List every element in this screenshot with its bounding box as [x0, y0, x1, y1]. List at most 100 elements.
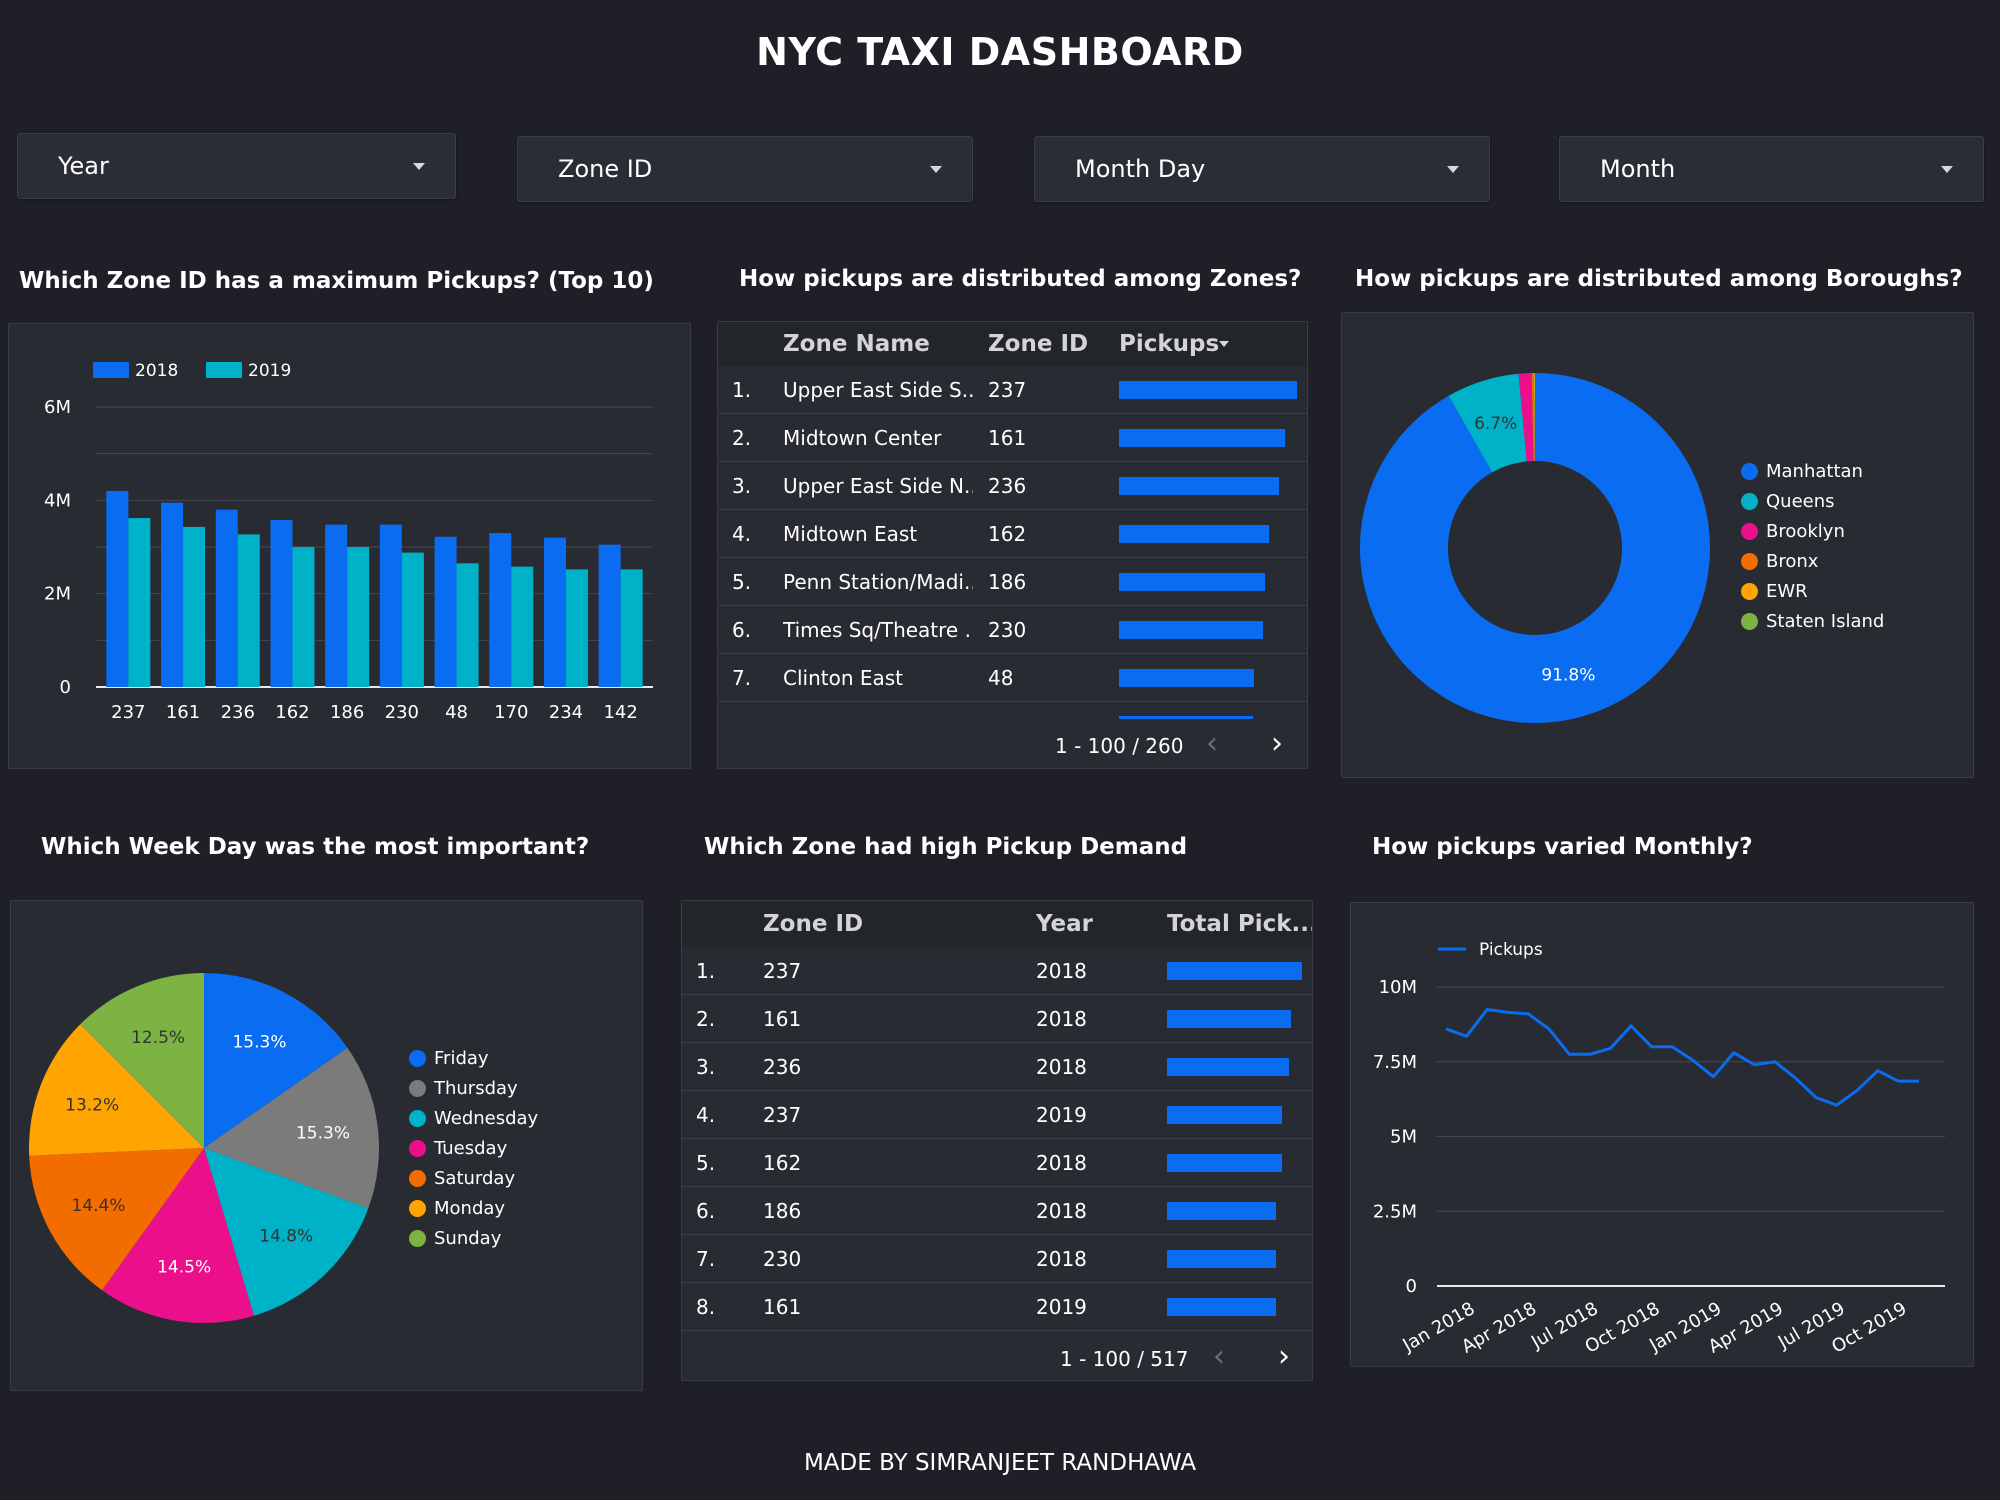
bar-2019-170[interactable]	[511, 566, 534, 687]
top-zones-chart-panel: 2018 2019 0 2M 4M 6M 237 161 236 162 186 230 48 170…	[8, 323, 691, 769]
legend-item-tuesday[interactable]: Tuesday	[409, 1133, 538, 1163]
bar-2018-236[interactable]	[215, 509, 238, 687]
table-row[interactable]: 7. Clinton East 48	[718, 654, 1307, 702]
bar-2019-230[interactable]	[401, 552, 424, 687]
legend-dot	[1741, 612, 1758, 630]
legend-label-pickups: Pickups	[1479, 940, 1543, 960]
zone-id-header[interactable]: Zone ID	[988, 331, 1088, 357]
bar-2019-234[interactable]	[565, 569, 588, 687]
legend-item-sunday[interactable]: Sunday	[409, 1223, 538, 1253]
bar-2018-230[interactable]	[379, 524, 402, 687]
table-row[interactable]: 5. 162 2018	[682, 1139, 1312, 1187]
year-header[interactable]: Year	[1036, 911, 1093, 937]
zone-id-cell: 237	[763, 958, 802, 983]
year-filter[interactable]: Year	[17, 133, 456, 199]
chevron-right-icon[interactable]: ›	[1271, 726, 1283, 761]
legend-item-brooklyn[interactable]: Brooklyn	[1741, 516, 1884, 546]
legend-dot	[409, 1079, 426, 1097]
table-row[interactable]: 8. 161 2019	[682, 1283, 1312, 1331]
y-tick-label: 5M	[1390, 1127, 1417, 1148]
zone-id-cell: 230	[763, 1246, 802, 1271]
row-number: 4.	[696, 1102, 716, 1127]
zone-name-header[interactable]: Zone Name	[783, 331, 930, 357]
bar-2018-161[interactable]	[161, 502, 184, 687]
bar-2018-162[interactable]	[270, 519, 293, 687]
table-row[interactable]: 6. 186 2018	[682, 1187, 1312, 1235]
table-row[interactable]: 2. Midtown Center 161	[718, 414, 1307, 462]
table-row[interactable]: 1. 237 2018	[682, 947, 1312, 995]
zone-name-cell: Clinton East	[783, 665, 904, 690]
y-tick-label: 2.5M	[1373, 1201, 1417, 1222]
pickups-bar	[1119, 620, 1263, 639]
pickups-bar	[1119, 524, 1269, 543]
legend-item-friday[interactable]: Friday	[409, 1043, 538, 1073]
year-cell: 2018	[1036, 1150, 1087, 1175]
chevron-left-icon[interactable]: ‹	[1206, 726, 1218, 761]
legend-item-ewr[interactable]: EWR	[1741, 576, 1884, 606]
legend-label-2018: 2018	[135, 361, 178, 381]
legend-item-saturday[interactable]: Saturday	[409, 1163, 538, 1193]
year-cell: 2019	[1036, 1102, 1087, 1127]
bar-2018-142[interactable]	[598, 544, 621, 687]
legend-item-monday[interactable]: Monday	[409, 1193, 538, 1223]
chevron-left-icon[interactable]: ‹	[1213, 1339, 1225, 1374]
table-row[interactable]: 6. Times Sq/Theatre ... 230	[718, 606, 1307, 654]
legend-label: Saturday	[434, 1167, 516, 1189]
zone-id-cell: 161	[988, 425, 1027, 450]
bar-2019-142[interactable]	[620, 569, 643, 687]
bar-2018-234[interactable]	[543, 537, 566, 687]
zone-id-cell: 161	[763, 1006, 802, 1031]
bar-2018-237[interactable]	[106, 491, 129, 687]
zone-id-cell: 237	[763, 1102, 802, 1127]
table-row[interactable]: 7. 230 2018	[682, 1235, 1312, 1283]
year-cell: 2018	[1036, 958, 1087, 983]
month-filter[interactable]: Month	[1559, 136, 1984, 202]
bar-2018-48[interactable]	[434, 536, 457, 687]
bar-2019-186[interactable]	[347, 547, 370, 687]
table-row[interactable]: 3. Upper East Side N... 236	[718, 462, 1307, 510]
bar-2019-161[interactable]	[183, 526, 206, 687]
legend-item-thursday[interactable]: Thursday	[409, 1073, 538, 1103]
bar-2018-170[interactable]	[489, 533, 512, 687]
zone-name-cell: Midtown Center	[783, 425, 942, 450]
slice-label: 6.7%	[1474, 414, 1517, 434]
pickups-header[interactable]: Pickups	[1119, 331, 1219, 357]
table-row[interactable]: 2. 161 2018	[682, 995, 1312, 1043]
bar-2019-237[interactable]	[128, 518, 151, 687]
zone-id-filter[interactable]: Zone ID	[517, 136, 973, 202]
slice-label: 14.5%	[157, 1257, 211, 1277]
legend-dot	[409, 1139, 426, 1157]
zone-id-header[interactable]: Zone ID	[763, 911, 863, 937]
bar-2018-186[interactable]	[325, 524, 348, 687]
legend-swatch-2019	[206, 362, 242, 378]
chevron-down-icon	[1941, 165, 1953, 173]
bar-2019-236[interactable]	[237, 534, 260, 687]
table-row[interactable]: 3. 236 2018	[682, 1043, 1312, 1091]
legend-item-wednesday[interactable]: Wednesday	[409, 1103, 538, 1133]
total-pickups-bar	[1167, 1297, 1276, 1316]
row-number: 1.	[696, 958, 716, 983]
chevron-down-icon	[1447, 165, 1459, 173]
sort-desc-icon[interactable]	[1219, 341, 1229, 347]
legend-item-bronx[interactable]: Bronx	[1741, 546, 1884, 576]
borough-distribution-title: How pickups are distributed among Boroug…	[1355, 266, 1963, 292]
legend-item-manhattan[interactable]: Manhattan	[1741, 456, 1884, 486]
slice-label: 12.5%	[131, 1028, 185, 1048]
table-row[interactable]: 4. 237 2019	[682, 1091, 1312, 1139]
bar-2019-162[interactable]	[292, 547, 315, 687]
legend-item-staten-island[interactable]: Staten Island	[1741, 606, 1884, 636]
legend-swatch-2018	[93, 362, 129, 378]
table-row[interactable]: 1. Upper East Side S... 237	[718, 366, 1307, 414]
bar-2019-48[interactable]	[456, 563, 479, 687]
table-row[interactable]: 4. Midtown East 162	[718, 510, 1307, 558]
chevron-right-icon[interactable]: ›	[1278, 1339, 1290, 1374]
borough-legend: Manhattan Queens Brooklyn Bronx EWR Staten Is…	[1741, 456, 1884, 636]
total-pickups-header[interactable]: Total Pick...	[1167, 911, 1312, 937]
legend-item-queens[interactable]: Queens	[1741, 486, 1884, 516]
series-line-pickups[interactable]	[1445, 1007, 1919, 1107]
legend-dot	[1741, 582, 1758, 600]
month-day-filter[interactable]: Month Day	[1034, 136, 1490, 202]
zone-demand-title: Which Zone had high Pickup Demand	[704, 834, 1188, 860]
x-tick-label: 48	[445, 702, 468, 723]
table-row[interactable]: 5. Penn Station/Madi... 186	[718, 558, 1307, 606]
